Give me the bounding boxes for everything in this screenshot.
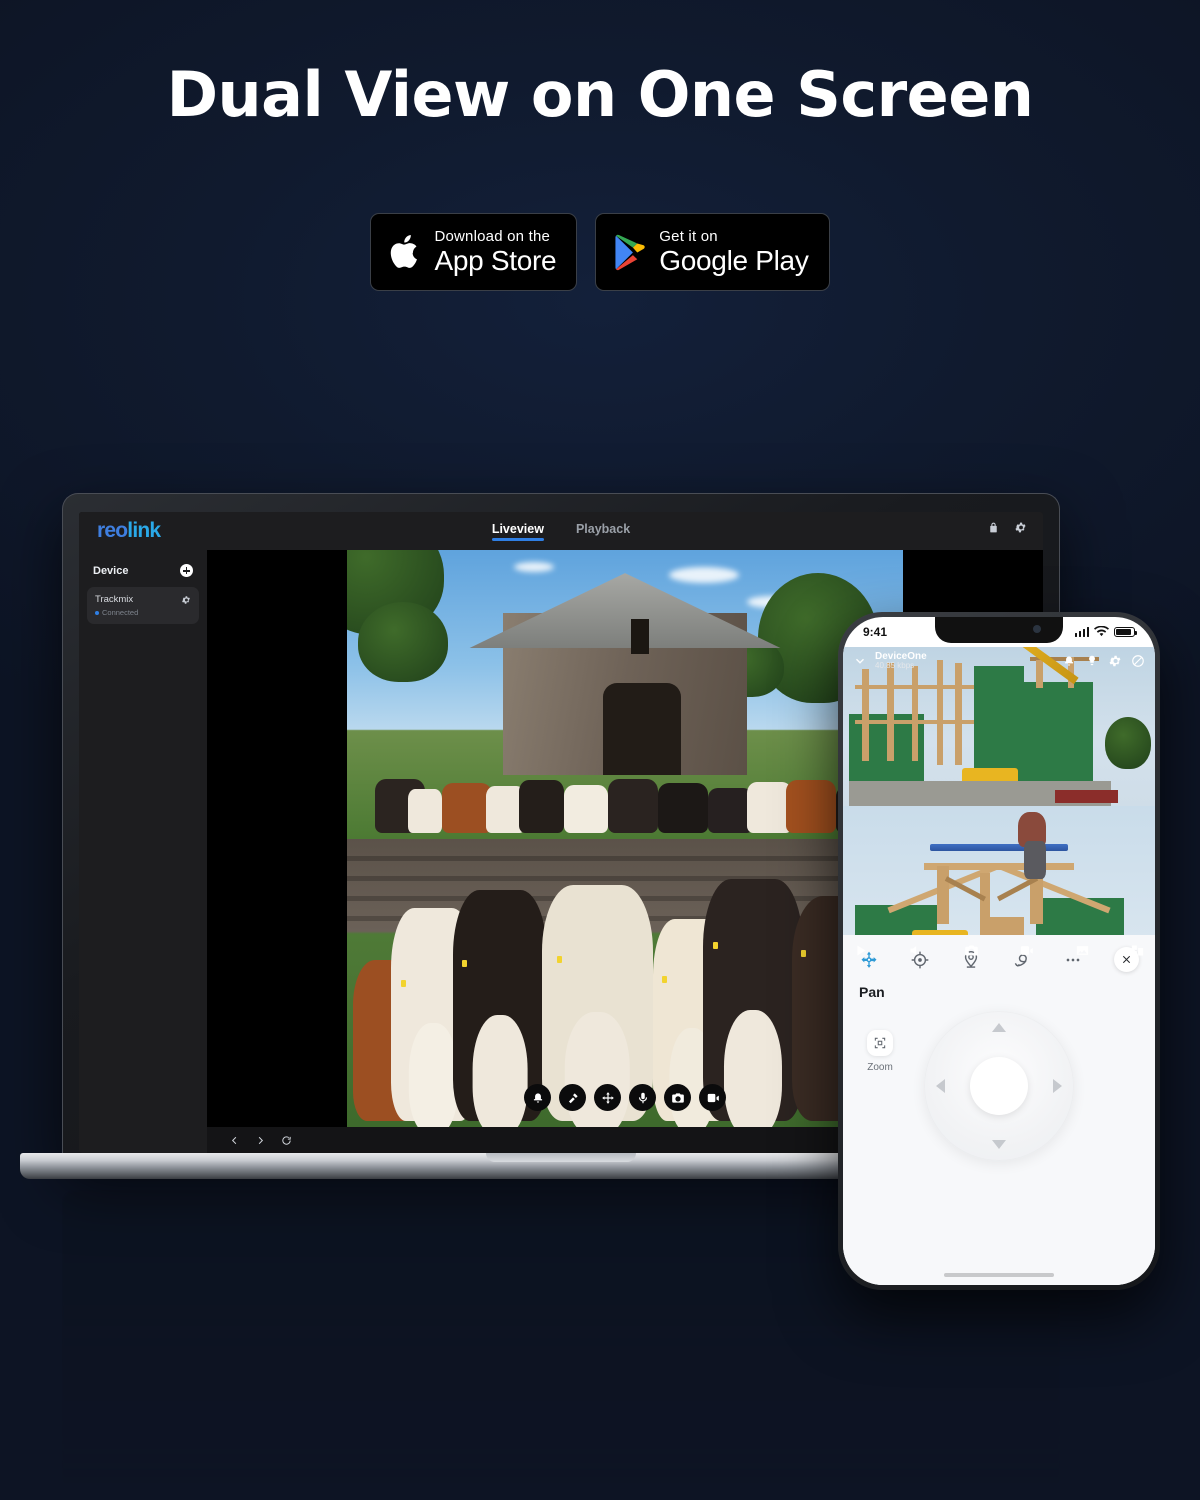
phone-video-overlay-top: DeviceOne 40.85 kbps: [843, 647, 1155, 675]
snapshot-button[interactable]: [664, 1084, 691, 1111]
video-control-bar: [524, 1084, 726, 1111]
block-icon[interactable]: [1131, 654, 1145, 668]
device-status-label: Connected: [102, 608, 139, 617]
chevron-down-icon[interactable]: [853, 654, 867, 668]
google-play-badge[interactable]: Get it on Google Play: [595, 213, 830, 291]
ptz-dpad: [924, 1011, 1074, 1161]
device-section-header: Device: [87, 558, 199, 587]
wifi-icon: [1094, 626, 1109, 637]
store-badges: Download on the App Store Get it on Goog…: [0, 213, 1200, 291]
next-icon[interactable]: [255, 1135, 266, 1146]
dpad-right-arrow[interactable]: [1053, 1079, 1062, 1093]
apple-icon: [391, 235, 418, 268]
zoom-frame-wrap: [867, 1030, 893, 1056]
microphone-icon: [638, 1092, 647, 1103]
tab-liveview[interactable]: Liveview: [491, 522, 545, 541]
split-view-icon[interactable]: [1130, 943, 1145, 958]
refresh-icon[interactable]: [281, 1135, 292, 1146]
video-camera-icon: [707, 1093, 719, 1102]
ptz-control-panel: Pan Zoom: [843, 935, 1155, 1285]
gear-icon[interactable]: [181, 595, 191, 605]
dpad-up-arrow[interactable]: [992, 1023, 1006, 1032]
sidebar-item-trackmix[interactable]: Trackmix Connected: [87, 587, 199, 624]
spotlight-icon: [568, 1092, 578, 1103]
siren-icon: [533, 1092, 542, 1103]
device-meta: DeviceOne 40.85 kbps: [875, 651, 927, 671]
page-background: Dual View on One Screen Download on the …: [0, 0, 1200, 1500]
app-tabs: Liveview Playback: [491, 522, 630, 541]
device-sidebar: Device Trackmix Connected: [79, 550, 207, 1153]
reolink-logo: reolink: [97, 519, 161, 542]
zoom-frame-icon: [874, 1037, 886, 1049]
desktop-app-header: reolink Liveview Playback: [79, 512, 1043, 550]
device-section-title: Device: [93, 564, 129, 577]
phone-screen: 9:41 DeviceOne 40.85 kbps Pan Zoom: [843, 617, 1155, 1285]
zoom-button[interactable]: Zoom: [867, 1030, 893, 1073]
phone-dual-video: DeviceOne 40.85 kbps: [843, 647, 1155, 965]
prev-icon[interactable]: [229, 1135, 240, 1146]
camera-icon: [671, 1092, 684, 1103]
phone-video-controls: [843, 939, 1155, 961]
google-play-icon: [615, 234, 645, 270]
volume-icon[interactable]: [908, 943, 923, 958]
record-button[interactable]: [699, 1084, 726, 1111]
video-zoom-telephoto[interactable]: [347, 838, 903, 1127]
video-camera-icon[interactable]: [1019, 943, 1034, 958]
device-status: Connected: [95, 608, 191, 617]
tab-playback[interactable]: Playback: [576, 522, 630, 541]
ptz-button[interactable]: [594, 1084, 621, 1111]
google-play-big-label: Google Play: [659, 245, 809, 276]
lock-icon[interactable]: [987, 521, 1000, 534]
phone-overlay-icons: [1062, 654, 1145, 668]
status-dot: [95, 610, 99, 615]
play-icon[interactable]: [853, 943, 868, 958]
home-indicator: [944, 1273, 1054, 1277]
phone-video-zoom[interactable]: [843, 806, 1155, 965]
battery-icon: [1114, 627, 1138, 637]
spotlight-icon[interactable]: [1085, 654, 1099, 668]
dpad-left-arrow[interactable]: [936, 1079, 945, 1093]
add-device-button[interactable]: [180, 564, 193, 577]
ptz-mode-label: Pan: [859, 984, 885, 1000]
siren-icon[interactable]: [1062, 654, 1076, 668]
gallery-icon[interactable]: [1075, 943, 1090, 958]
status-time: 9:41: [863, 625, 888, 639]
phone-video-wide[interactable]: DeviceOne 40.85 kbps: [843, 647, 1155, 806]
ptz-move-icon: [601, 1091, 614, 1104]
laptop-base-notch: [486, 1153, 636, 1162]
dpad-center-button[interactable]: [970, 1057, 1028, 1115]
dual-video-stack: [347, 550, 903, 1127]
device-name: Trackmix: [95, 594, 134, 605]
dpad-down-arrow[interactable]: [992, 1140, 1006, 1149]
header-icons: [987, 521, 1027, 534]
phone-status-bar: 9:41: [843, 617, 1155, 647]
video-wide-angle[interactable]: [347, 550, 903, 839]
gear-icon[interactable]: [1108, 654, 1122, 668]
status-indicators: [1074, 626, 1138, 638]
phone-bitrate: 40.85 kbps: [875, 661, 915, 671]
gear-icon[interactable]: [1014, 521, 1027, 534]
google-play-small-label: Get it on: [659, 228, 718, 245]
app-store-badge[interactable]: Download on the App Store: [370, 213, 578, 291]
app-store-small-label: Download on the: [434, 228, 551, 245]
zoom-button-label: Zoom: [867, 1062, 893, 1073]
phone-mockup: 9:41 DeviceOne 40.85 kbps Pan Zoom: [838, 612, 1160, 1290]
signal-icon: [1074, 627, 1089, 637]
page-title: Dual View on One Screen: [166, 58, 1034, 131]
camera-icon[interactable]: [964, 943, 979, 958]
spotlight-button[interactable]: [559, 1084, 586, 1111]
siren-button[interactable]: [524, 1084, 551, 1111]
mic-button[interactable]: [629, 1084, 656, 1111]
app-store-big-label: App Store: [434, 245, 557, 276]
